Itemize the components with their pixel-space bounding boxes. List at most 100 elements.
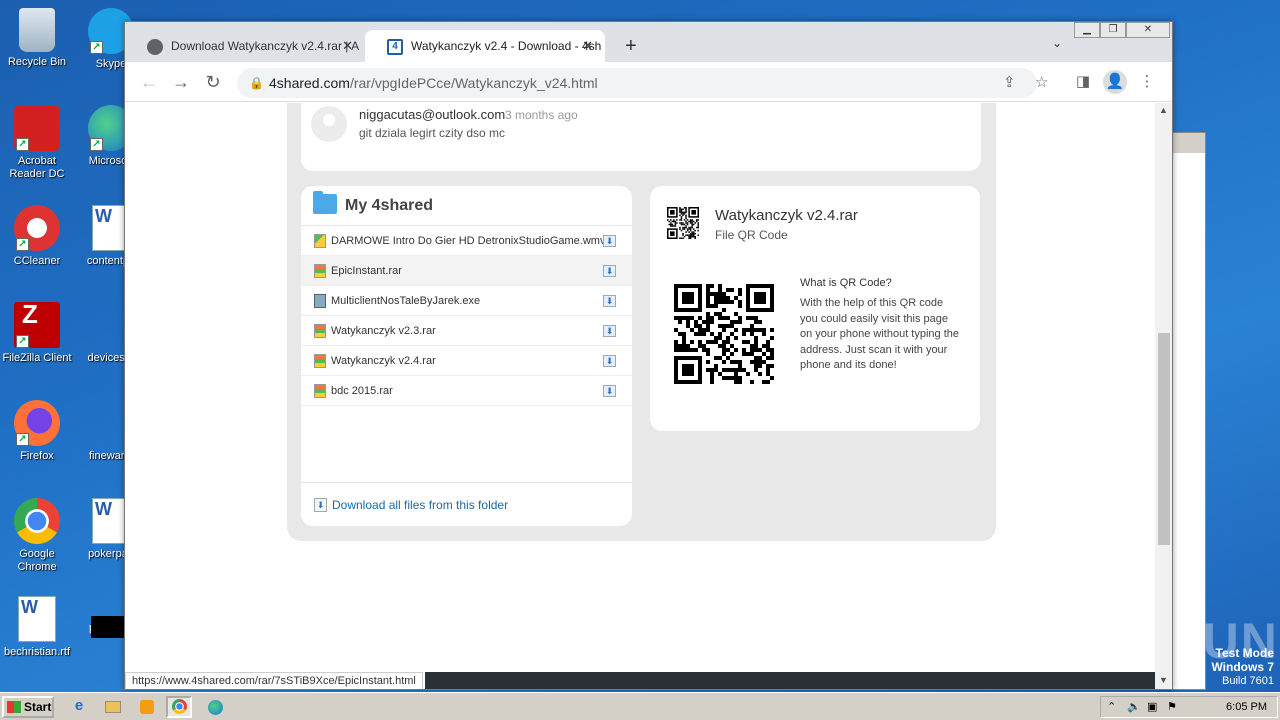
background-window[interactable] [1168, 132, 1206, 690]
clock[interactable]: 6:05 PM [1226, 697, 1267, 717]
windows-flag-icon [7, 701, 21, 713]
tray-expand-icon[interactable]: ⌃ [1107, 697, 1116, 717]
reload-button[interactable]: ↻ [201, 70, 225, 94]
taskbar-ie-icon[interactable]: e [66, 696, 92, 718]
scrollbar-thumb[interactable] [1158, 333, 1170, 545]
filezilla-icon: Z ↗ [14, 301, 60, 348]
desktop-icon-label: Firefox [20, 450, 54, 462]
new-tab-button[interactable]: + [625, 34, 637, 58]
vertical-scrollbar[interactable]: ▲ ▼ [1155, 103, 1172, 689]
download-icon[interactable]: ⬇ [603, 325, 616, 337]
file-row[interactable]: EpicInstant.rar ⬇ [301, 256, 632, 286]
file-name[interactable]: Watykanczyk v2.3.rar [331, 325, 436, 337]
comment-time: 3 months ago [505, 108, 578, 122]
desktop-icon-label: bechristian.rtf [3, 646, 71, 658]
scroll-down-arrow-icon[interactable]: ▼ [1159, 675, 1168, 685]
tab-search-chevron-icon[interactable]: ⌄ [1052, 36, 1062, 50]
network-icon[interactable]: ▣ [1147, 697, 1157, 717]
volume-icon[interactable]: 🔈 [1127, 697, 1141, 717]
desktop-icon-acrobat[interactable]: ↗ Acrobat Reader DC [0, 105, 74, 181]
url-host: 4shared.com [269, 75, 350, 91]
bookmark-star-icon[interactable]: ☆ [1035, 68, 1048, 98]
lock-icon: 🔒 [249, 76, 264, 90]
desktop-icon-ccleaner[interactable]: ↗ CCleaner [0, 205, 74, 268]
forward-button[interactable]: → [169, 70, 193, 94]
test-mode-line2: Windows 7 [1211, 660, 1274, 674]
word-document-icon: W [18, 596, 56, 642]
test-mode-text: Test Mode Windows 7 Build 7601 [1211, 647, 1274, 688]
comment-card: niggacutas@outlook.com 3 months ago git … [301, 103, 981, 171]
file-list: DARMOWE Intro Do Gier HD DetronixStudioG… [301, 226, 632, 406]
profile-avatar-icon[interactable]: 👤 [1103, 70, 1127, 94]
file-row[interactable]: Watykanczyk v2.4.rar ⬇ [301, 346, 632, 376]
taskbar-edge-icon[interactable] [202, 696, 228, 718]
desktop-icon-chrome[interactable]: Google Chrome [0, 498, 74, 574]
download-all-link[interactable]: Download all files from this folder [332, 498, 508, 512]
file-row[interactable]: bdc 2015.rar ⬇ [301, 376, 632, 406]
folder-icon [313, 191, 337, 214]
download-icon[interactable]: ⬇ [603, 235, 616, 247]
file-row[interactable]: MulticlientNosTaleByJarek.exe ⬇ [301, 286, 632, 316]
download-icon[interactable]: ⬇ [603, 355, 616, 367]
background-window-titlebar [1169, 133, 1205, 153]
action-center-flag-icon[interactable]: ⚑ [1167, 697, 1177, 717]
status-strip [425, 672, 1155, 689]
user-avatar-icon [311, 106, 347, 142]
chrome-window[interactable]: Download Watykanczyk v2.4.rar | A ✕ 4 Wa… [124, 21, 1173, 690]
desktop-icon-firefox[interactable]: ↗ Firefox [0, 400, 74, 463]
close-tab-icon[interactable]: ✕ [342, 30, 353, 62]
file-name[interactable]: EpicInstant.rar [331, 265, 402, 277]
taskbar-media-player-icon[interactable] [134, 696, 160, 718]
address-bar[interactable]: 🔒 4shared.com/rar/vpgIdePCce/Watykanczyk… [237, 68, 1048, 98]
file-name[interactable]: bdc 2015.rar [331, 385, 393, 397]
close-window-button[interactable]: ✕ [1126, 22, 1170, 38]
desktop-icon-label: FileZilla Client [2, 352, 72, 364]
desktop-icon-label: Google Chrome [17, 548, 57, 573]
status-url-bubble: https://www.4shared.com/rar/7sSTiB9Xce/E… [125, 672, 423, 689]
rar-file-icon [314, 384, 326, 398]
file-row[interactable]: Watykanczyk v2.3.rar ⬇ [301, 316, 632, 346]
taskbar-explorer-icon[interactable] [100, 696, 126, 718]
ccleaner-icon: ↗ [14, 205, 60, 251]
globe-icon [147, 39, 163, 55]
file-name[interactable]: MulticlientNosTaleByJarek.exe [331, 295, 480, 307]
url-path: /rar/vpgIdePCce/Watykanczyk_v24.html [349, 75, 598, 91]
share-icon[interactable]: ⇪ [1003, 68, 1016, 98]
qr-code-image [674, 284, 774, 384]
file-name[interactable]: DARMOWE Intro Do Gier HD DetronixStudioG… [331, 235, 605, 247]
small-qr-code-icon [667, 207, 699, 239]
file-row[interactable]: DARMOWE Intro Do Gier HD DetronixStudioG… [301, 226, 632, 256]
start-button[interactable]: Start [2, 696, 54, 718]
tab-watykanczyk[interactable]: 4 Watykanczyk v2.4 - Download - 4sh ✕ [365, 30, 605, 62]
taskbar-chrome-icon[interactable] [166, 696, 192, 718]
test-mode-line3: Build 7601 [1222, 675, 1274, 687]
file-name[interactable]: Watykanczyk v2.4.rar [331, 355, 436, 367]
taskbar: Start e ⌃ 🔈 ▣ ⚑ 6:05 PM [0, 692, 1280, 720]
close-tab-icon[interactable]: ✕ [582, 30, 593, 62]
desktop-icon-bechristian[interactable]: W bechristian.rtf [0, 596, 74, 659]
download-icon[interactable]: ⬇ [603, 265, 616, 277]
back-button[interactable]: ← [137, 70, 161, 94]
system-tray: ⌃ 🔈 ▣ ⚑ 6:05 PM [1100, 696, 1278, 718]
tab-title: Watykanczyk v2.4 - Download - 4sh [411, 39, 602, 53]
menu-dots-icon[interactable]: ⋮ [1135, 70, 1159, 94]
comment-text: git dziala legirt czity dso mc [359, 126, 506, 140]
maximize-button[interactable]: ❐ [1100, 22, 1126, 38]
folder-title[interactable]: My 4shared [345, 197, 433, 215]
download-icon[interactable]: ⬇ [603, 385, 616, 397]
comment-author[interactable]: niggacutas@outlook.com [359, 107, 505, 122]
scroll-up-arrow-icon[interactable]: ▲ [1159, 105, 1168, 115]
desktop-icon-recycle-bin[interactable]: Recycle Bin [0, 8, 74, 69]
my-4shared-folder: My 4shared DARMOWE Intro Do Gier HD Detr… [301, 186, 632, 526]
side-panel-icon[interactable]: ◨ [1071, 70, 1095, 94]
4shared-icon: 4 [387, 39, 403, 55]
download-all-icon: ⬇ [314, 498, 327, 512]
chrome-icon [14, 498, 60, 544]
folder-footer: ⬇ Download all files from this folder [301, 482, 632, 526]
desktop-icon-filezilla[interactable]: Z ↗ FileZilla Client [0, 301, 74, 365]
browser-toolbar: ← → ↻ 🔒 4shared.com/rar/vpgIdePCce/Watyk… [125, 62, 1172, 102]
minimize-button[interactable]: ▁ [1074, 22, 1100, 38]
download-icon[interactable]: ⬇ [603, 295, 616, 307]
tab-title: Download Watykanczyk v2.4.rar | A [171, 39, 360, 53]
tab-download[interactable]: Download Watykanczyk v2.4.rar | A ✕ [125, 30, 365, 62]
